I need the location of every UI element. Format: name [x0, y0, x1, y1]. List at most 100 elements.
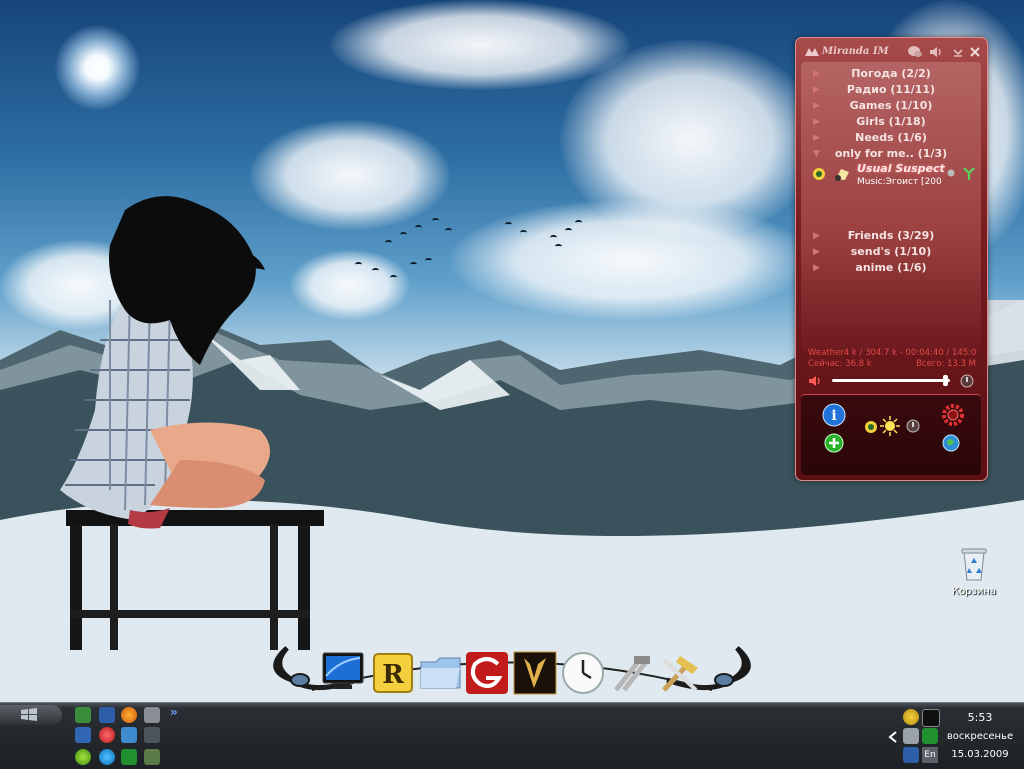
tools-app-icon[interactable] [144, 749, 160, 765]
volume-slider[interactable] [832, 379, 950, 382]
close-icon[interactable] [969, 46, 981, 58]
clock-time[interactable]: 5:53 [945, 711, 1015, 724]
bird [425, 258, 432, 263]
contact-list[interactable]: ▶ Погода (2/2) ▶ Радио (11/11) ▶ Games (1/1… [801, 62, 981, 352]
group-arrow-icon: ▶ [813, 101, 820, 111]
h-app-icon[interactable] [121, 749, 137, 765]
miranda-titlebar[interactable]: Miranda IM [802, 44, 982, 60]
bird [372, 268, 379, 273]
folder-icon[interactable] [418, 650, 464, 696]
volume-slider-handle[interactable] [943, 375, 949, 386]
garena-icon[interactable] [464, 650, 510, 696]
radio-total: Всего: 13.3 M [916, 359, 976, 369]
recycle-bin-label: Корзина [951, 586, 997, 597]
group-arrow-icon: ▶ [813, 133, 820, 143]
h-tray-icon[interactable] [922, 728, 938, 744]
wings-icon[interactable] [144, 727, 160, 743]
quick-launch-overflow[interactable]: » [170, 705, 178, 719]
monitor-icon[interactable] [320, 650, 366, 696]
language-indicator[interactable]: En [922, 747, 938, 763]
group-weather[interactable]: ▶ Погода (2/2) [801, 66, 981, 82]
recycle-bin-icon [961, 548, 987, 581]
group-arrow-icon: ▶ [813, 85, 820, 95]
firefox-icon[interactable] [121, 707, 137, 723]
black-app-tray-icon[interactable] [922, 709, 940, 727]
icq-tray-icon[interactable] [903, 709, 919, 725]
hammer-icon[interactable] [656, 650, 702, 696]
download-icon[interactable] [121, 727, 137, 743]
alien-tray-icon[interactable] [903, 728, 919, 744]
group-arrow-icon: ▶ [813, 117, 820, 127]
save-icon[interactable] [75, 727, 91, 743]
group-arrow-icon: ▶ [813, 69, 820, 79]
recycle-bin[interactable]: Корзина [950, 544, 998, 602]
svg-text:R: R [382, 660, 404, 690]
bird [520, 230, 527, 235]
speaker-icon[interactable] [808, 374, 824, 388]
add-contact-icon[interactable] [824, 433, 844, 453]
group-only-for-me[interactable]: ▼ only for me.. (1/3) [801, 146, 981, 162]
bird [575, 220, 582, 225]
info-icon[interactable]: i [822, 403, 846, 427]
tray-expand-icon[interactable] [888, 731, 898, 743]
game-icon[interactable] [512, 650, 558, 696]
window-app-icon[interactable] [99, 707, 115, 723]
radio-current: Сейчас: 36.8 k [808, 359, 872, 369]
tools-icon[interactable] [608, 650, 654, 696]
music-status-icon [835, 169, 849, 181]
bird [390, 275, 397, 280]
group-friends[interactable]: ▶ Friends (3/29) [801, 228, 981, 244]
miranda-im-window[interactable]: Miranda IM ▶ Погода (2/2) ▶ Радио (11/11) … [795, 37, 988, 481]
cloud [330, 0, 630, 90]
plant-icon [963, 167, 975, 180]
status-icon[interactable] [863, 419, 879, 435]
bird [505, 222, 512, 227]
start-button[interactable] [0, 705, 62, 725]
power-icon[interactable] [906, 419, 920, 433]
group-sends[interactable]: ▶ send's (1/10) [801, 244, 981, 260]
minimize-icon[interactable] [952, 46, 964, 58]
bird [385, 240, 392, 245]
group-radio[interactable]: ▶ Радио (11/11) [801, 82, 981, 98]
rocket-dock: R [262, 640, 762, 702]
group-anime[interactable]: ▶ anime (1/6) [801, 260, 981, 276]
sun-status-icon[interactable] [879, 415, 901, 437]
utorrent-icon[interactable] [75, 749, 91, 765]
bird [565, 228, 572, 233]
sun [55, 25, 140, 110]
bird [555, 244, 562, 249]
group-games[interactable]: ▶ Games (1/10) [801, 98, 981, 114]
bird [410, 262, 417, 267]
volume-control[interactable] [808, 374, 976, 388]
chat-icon[interactable] [907, 45, 923, 59]
contact-status-message: Music:Эгоист [200 [857, 177, 942, 187]
alien-app-icon[interactable] [144, 707, 160, 723]
bird [415, 225, 422, 230]
sound-icon[interactable] [928, 45, 944, 59]
contact-usual-suspect[interactable]: Usual Suspect Music:Эгоист [200 [801, 162, 981, 190]
group-expanded-arrow-icon: ▼ [813, 149, 820, 159]
opera-icon[interactable] [99, 727, 115, 743]
reader-icon[interactable]: R [370, 650, 416, 696]
radio-traffic: Weather4 k / 304.7 k - 00:04:40 / 145:02… [808, 348, 976, 358]
group-needs[interactable]: ▶ Needs (1/6) [801, 130, 981, 146]
globe-icon[interactable] [941, 433, 961, 453]
clock-icon[interactable] [560, 650, 606, 696]
radio-status: Weather4 k / 304.7 k - 00:04:40 / 145:02… [808, 348, 976, 370]
group-arrow-icon: ▶ [813, 247, 820, 257]
display-tray-icon[interactable] [903, 747, 919, 763]
girl-on-stool-illustration [60, 196, 324, 650]
radio-power-icon[interactable] [960, 374, 974, 388]
skype-icon[interactable] [99, 749, 115, 765]
bird [432, 218, 439, 223]
group-girls[interactable]: ▶ Girls (1/18) [801, 114, 981, 130]
svg-text:i: i [831, 408, 836, 424]
miranda-title: Miranda IM [822, 46, 889, 57]
settings-gear-icon[interactable] [941, 403, 965, 427]
miranda-logo-icon [805, 48, 819, 56]
bird [355, 262, 362, 267]
bird [445, 228, 452, 233]
contact-name: Usual Suspect [857, 162, 945, 175]
clock-day: воскресенье [946, 731, 1014, 742]
network-icon[interactable] [75, 707, 91, 723]
